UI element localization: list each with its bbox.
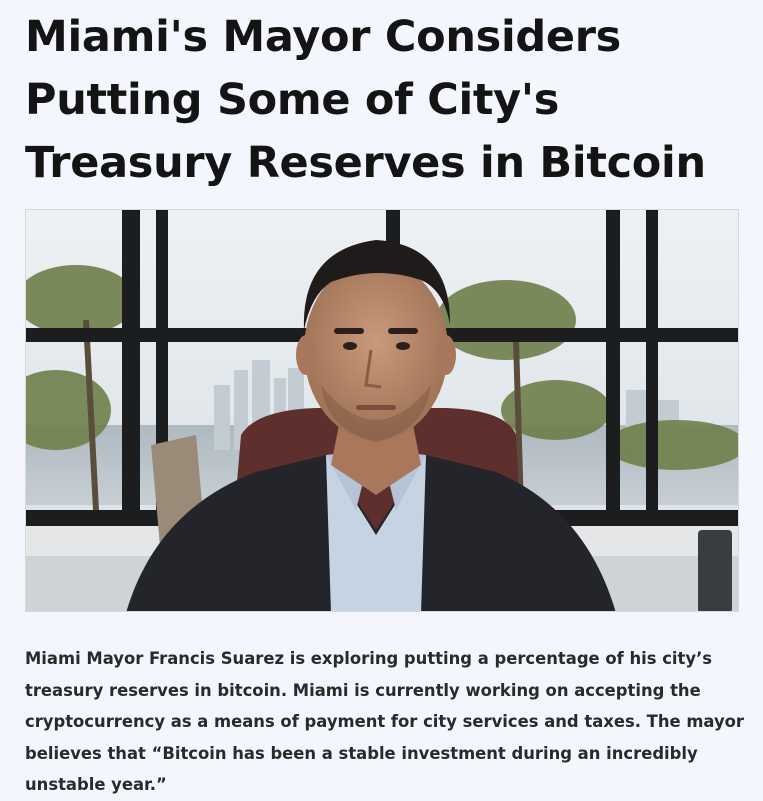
article-hero-photo: [25, 209, 739, 612]
article-headline: Miami's Mayor Considers Putting Some of …: [25, 12, 706, 188]
hero-photo-illustration: [26, 210, 738, 611]
article-body: Miami Mayor Francis Suarez is exploring …: [25, 649, 744, 794]
article: Miami's Mayor Considers Putting Some of …: [25, 0, 745, 794]
